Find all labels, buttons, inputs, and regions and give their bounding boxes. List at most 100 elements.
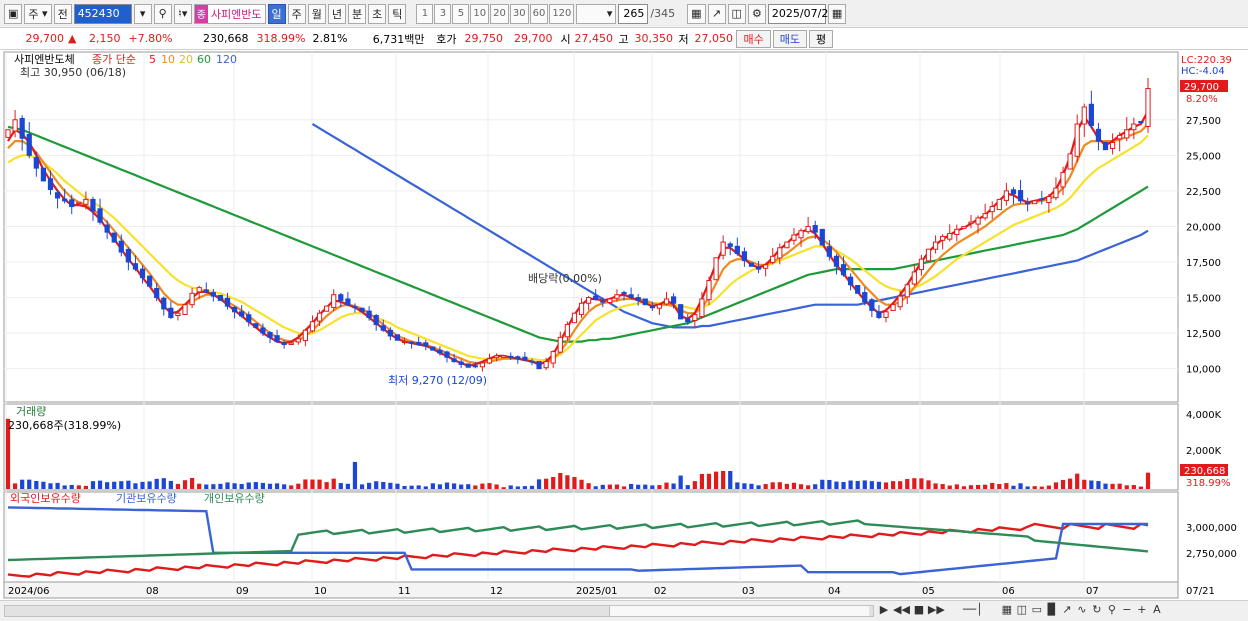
- period-unit-select[interactable]: 주 ▾: [24, 3, 52, 24]
- period-tab-5[interactable]: 초: [368, 3, 387, 24]
- draw-tool-icon[interactable]: ↗: [707, 3, 726, 24]
- price-chart-svg[interactable]: 사피엔반도체 종가 단순 5 10 20 60 120 최고 30,950 (0…: [0, 50, 1248, 600]
- candle-body: [911, 271, 917, 285]
- foreign-legend: 외국인보유수량: [10, 492, 81, 505]
- candle-body: [777, 247, 783, 259]
- volume-bar: [317, 479, 322, 489]
- volume-bar: [466, 484, 471, 489]
- zoom-icon[interactable]: ⚲: [1106, 603, 1118, 616]
- compare-icon[interactable]: ▭: [1031, 603, 1043, 616]
- interval-0[interactable]: 1: [416, 3, 434, 24]
- candle-body: [217, 294, 224, 301]
- candle-body: [231, 306, 238, 313]
- volume-bar: [933, 483, 938, 489]
- layout-icon[interactable]: ▦: [1001, 603, 1013, 616]
- indicator-icon[interactable]: ▉: [1046, 603, 1058, 616]
- stop-icon[interactable]: ■: [913, 603, 925, 616]
- candle-body: [536, 361, 542, 370]
- candle-body: [607, 298, 613, 304]
- low-label: 저: [678, 32, 689, 46]
- price-y-tick: 12,500: [1186, 329, 1221, 340]
- rewind-icon[interactable]: ◀◀: [893, 603, 910, 616]
- search-icon[interactable]: ⚲: [153, 3, 172, 24]
- candle-body: [593, 295, 599, 300]
- slider-icon[interactable]: ──│: [948, 603, 998, 616]
- trade-amount: 6,731백만: [372, 32, 425, 46]
- font-size-icon[interactable]: A: [1151, 603, 1163, 616]
- sound-icon[interactable]: ♮▾: [173, 3, 192, 24]
- zoom-in-icon[interactable]: +: [1136, 603, 1148, 616]
- gear-icon[interactable]: ⚙: [747, 3, 766, 24]
- period-tab-6[interactable]: 틱: [388, 3, 407, 24]
- x-axis-label: 03: [742, 586, 755, 597]
- volume-bar: [367, 482, 372, 489]
- interval-1[interactable]: 3: [434, 3, 452, 24]
- bid-price-2: 29,700: [513, 32, 553, 45]
- interval-5[interactable]: 30: [509, 3, 529, 24]
- candle-body: [727, 243, 733, 247]
- candle-body: [798, 230, 804, 239]
- save-icon[interactable]: ◫: [727, 3, 746, 24]
- stock-name-field[interactable]: 종 사피엔반도: [193, 3, 266, 24]
- window-icon[interactable]: ▣: [4, 3, 23, 24]
- stock-code-input[interactable]: 452430: [73, 3, 132, 24]
- ma-title: 종가 단순: [92, 53, 136, 66]
- period-tab-0[interactable]: 일: [267, 3, 286, 24]
- refresh-icon[interactable]: ↻: [1091, 603, 1103, 616]
- candle-body: [253, 323, 259, 328]
- volume-bar: [912, 478, 917, 489]
- volume-bar: [487, 483, 492, 489]
- candle-body: [522, 356, 528, 361]
- period-tab-3[interactable]: 년: [327, 3, 346, 24]
- volume-bar: [1053, 482, 1059, 489]
- scroll-right-icon[interactable]: ▶: [878, 603, 890, 616]
- code-dropdown-icon[interactable]: ▾: [133, 3, 152, 24]
- interval-6[interactable]: 60: [529, 3, 549, 24]
- buy-button[interactable]: 매수: [736, 29, 771, 48]
- calendar-icon[interactable]: ▦: [827, 3, 847, 24]
- volume-bar: [607, 484, 612, 489]
- scrollbar-thumb[interactable]: [609, 606, 869, 616]
- volume-bar: [437, 484, 443, 489]
- chart-type-icon[interactable]: ▦: [687, 3, 706, 24]
- interval-2[interactable]: 5: [452, 3, 470, 24]
- volume-bar: [1145, 472, 1151, 489]
- volume-bar: [423, 486, 428, 489]
- trend-icon[interactable]: ↗: [1061, 603, 1073, 616]
- candle-body: [97, 208, 103, 223]
- split-icon[interactable]: ◫: [1016, 603, 1028, 616]
- candle-body: [175, 312, 181, 317]
- fast-forward-icon[interactable]: ▶▶: [928, 603, 945, 616]
- candle-body: [288, 342, 294, 345]
- volume-bar: [990, 482, 995, 489]
- horizontal-scrollbar[interactable]: [4, 605, 874, 617]
- prev-button[interactable]: 전: [53, 3, 72, 24]
- date-input[interactable]: 2025/07/21: [767, 3, 835, 24]
- last-price-tag: 29,700: [1184, 82, 1219, 93]
- volume-bar: [480, 483, 485, 489]
- candle-body: [706, 279, 712, 301]
- period-tab-4[interactable]: 분: [348, 3, 367, 24]
- zoom-out-icon[interactable]: −: [1121, 603, 1133, 616]
- interval-4[interactable]: 20: [490, 3, 509, 24]
- volume-bar: [529, 485, 535, 489]
- interval-7[interactable]: 120: [549, 3, 575, 24]
- volume-bar: [735, 482, 740, 489]
- volume-bar: [749, 483, 754, 489]
- volume-bar: [586, 483, 591, 489]
- sell-button[interactable]: 매도: [772, 29, 807, 48]
- volume-bar: [551, 476, 556, 489]
- period-tab-2[interactable]: 월: [307, 3, 326, 24]
- interval-dropdown[interactable]: ▾: [576, 3, 617, 24]
- volume-bar: [997, 483, 1002, 489]
- x-axis-label: 05: [922, 586, 935, 597]
- volume-bar: [919, 478, 924, 489]
- period-tab-1[interactable]: 주: [287, 3, 306, 24]
- wave-icon[interactable]: ∿: [1076, 603, 1088, 616]
- evaluate-button[interactable]: 평: [808, 29, 834, 48]
- candle-body: [876, 311, 882, 318]
- candle-body: [125, 248, 131, 263]
- count-input[interactable]: 265: [618, 3, 649, 24]
- chart-area[interactable]: 사피엔반도체 종가 단순 5 10 20 60 120 최고 30,950 (0…: [0, 50, 1248, 600]
- interval-3[interactable]: 10: [470, 3, 490, 24]
